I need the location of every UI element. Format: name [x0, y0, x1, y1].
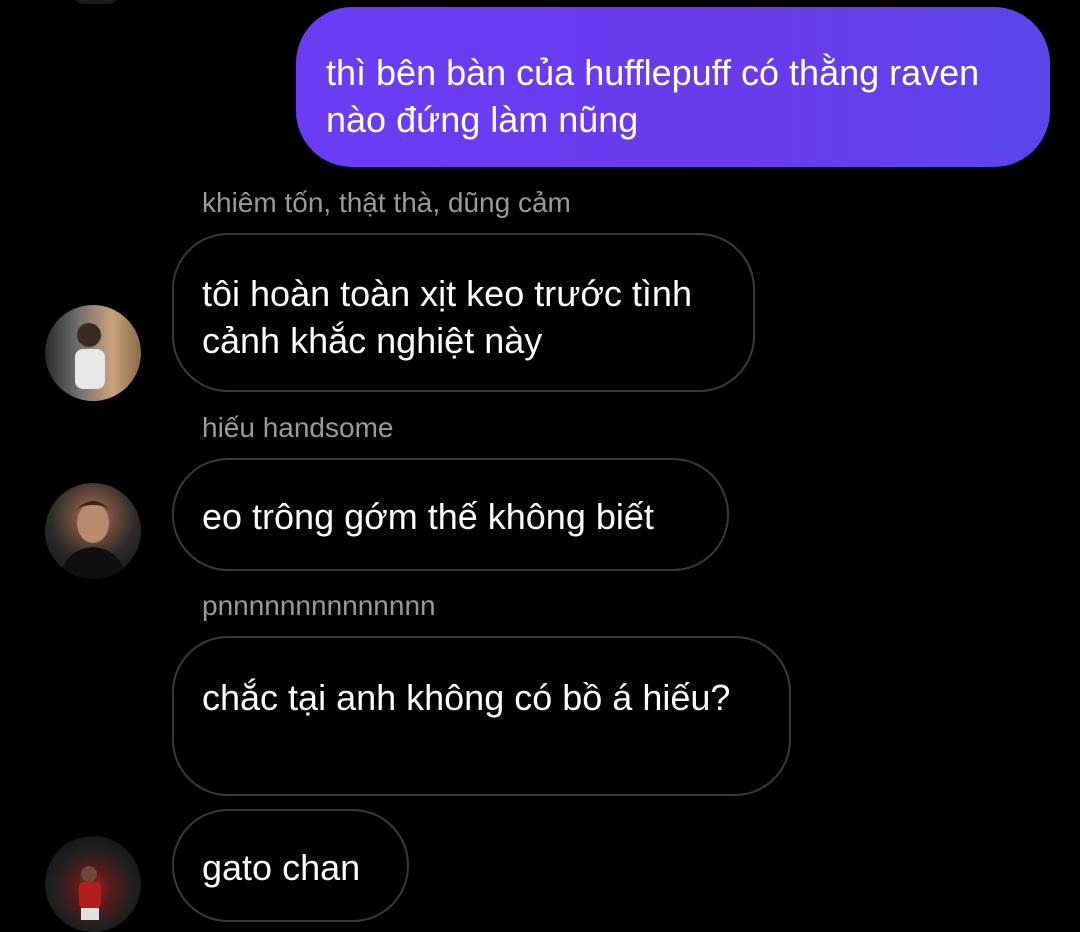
partial-avatar — [72, 0, 120, 4]
received-message-text: eo trông gớm thế không biết — [202, 496, 654, 537]
sent-message-text: thì bên bàn của hufflepuff có thằng rave… — [326, 52, 980, 140]
sender-name: hiếu handsome — [202, 412, 394, 443]
sender-name: pnnnnnnnnnnnnnn — [202, 590, 436, 621]
avatar[interactable] — [45, 836, 141, 932]
sender-name: khiêm tốn, thật thà, dũng cảm — [202, 187, 571, 218]
received-message-text: tôi hoàn toàn xịt keo trước tình cảnh kh… — [202, 273, 692, 361]
avatar[interactable] — [45, 305, 141, 401]
received-message-bubble[interactable]: gato chan — [172, 809, 409, 922]
received-message-text: gato chan — [202, 847, 361, 888]
avatar[interactable] — [45, 483, 141, 579]
person-photo-icon — [59, 501, 127, 579]
person-photo-icon — [75, 323, 105, 389]
received-message-bubble[interactable]: eo trông gớm thế không biết — [172, 458, 729, 571]
received-message-text: chắc tại anh không có bồ á hiếu? — [202, 677, 731, 718]
person-photo-icon — [79, 866, 101, 920]
sent-message-bubble[interactable]: thì bên bàn của hufflepuff có thằng rave… — [296, 7, 1050, 167]
received-message-bubble[interactable]: tôi hoàn toàn xịt keo trước tình cảnh kh… — [172, 233, 755, 392]
received-message-bubble[interactable]: chắc tại anh không có bồ á hiếu? — [172, 636, 791, 796]
